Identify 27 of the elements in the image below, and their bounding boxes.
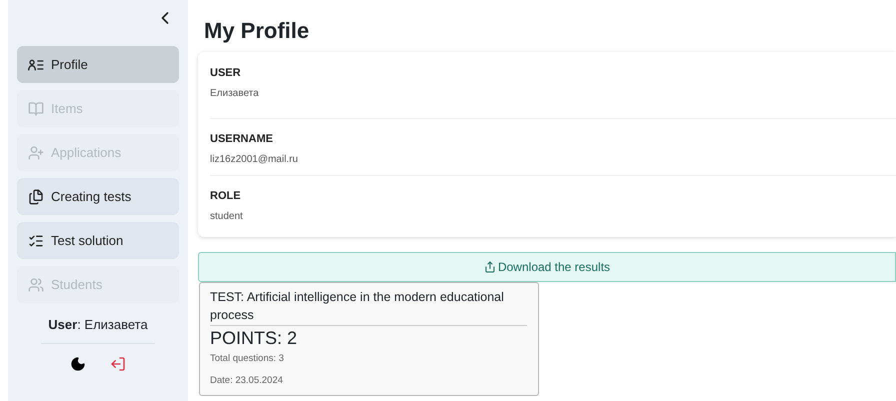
field-label: ROLE — [210, 189, 242, 204]
files-icon — [28, 188, 44, 204]
moon-icon — [70, 356, 86, 372]
field-value: Елизавета — [210, 86, 260, 100]
field-label: USERNAME — [210, 132, 274, 147]
field-value: student — [210, 210, 244, 224]
test-name: TEST: Artificial intelligence in the modern educational process — [210, 288, 527, 326]
share-icon — [484, 261, 496, 273]
field-value: liz16z2001@mail.ru — [210, 152, 299, 166]
total-questions: Total questions: 3 — [210, 352, 285, 366]
profile-list-icon — [28, 56, 44, 72]
test-date: Date: 23.05.2024 — [210, 374, 284, 388]
checklist-icon — [28, 232, 44, 248]
users-icon — [28, 276, 44, 292]
points: POINTS: 2 — [210, 327, 298, 350]
logout-button[interactable] — [110, 356, 126, 372]
book-icon — [28, 100, 44, 116]
logout-icon — [110, 356, 126, 372]
current-user: User: Елизавета — [41, 315, 155, 344]
sidebar-item[interactable]: Creating tests — [17, 178, 179, 215]
user-plus-icon — [28, 144, 44, 160]
field-label: USER — [210, 66, 242, 81]
download-button[interactable]: Download the results — [198, 252, 896, 282]
sidebar-item[interactable]: Profile — [17, 46, 179, 83]
sidebar-item[interactable]: Test solution — [17, 222, 179, 259]
page-title: My Profile — [204, 18, 310, 45]
dark-mode-button[interactable] — [70, 356, 86, 372]
